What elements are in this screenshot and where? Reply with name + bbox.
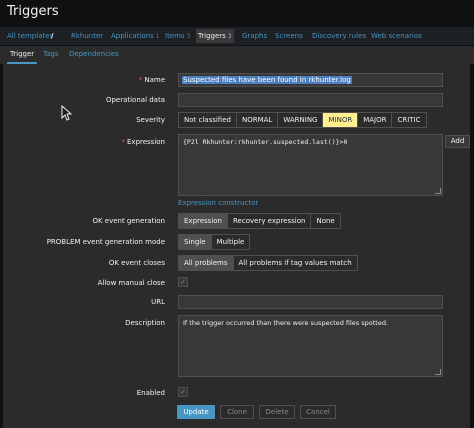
nav-discovery-rules[interactable]: Discovery rules: [310, 29, 368, 43]
mouse-cursor-icon: [61, 105, 72, 121]
name-label: * Name: [139, 76, 165, 84]
operational-data-label: Operational data: [105, 96, 165, 104]
add-expression-button[interactable]: Add: [445, 135, 470, 148]
nav-triggers[interactable]: Triggers 3: [196, 29, 234, 43]
problem-mode-single[interactable]: Single: [179, 235, 212, 249]
severity-warning[interactable]: WARNING: [278, 113, 324, 127]
severity-critical[interactable]: CRITIC: [392, 113, 426, 127]
nav-rkhunter[interactable]: Rkhunter: [69, 29, 105, 43]
checkmark-icon: ✓: [180, 388, 186, 396]
severity-label: Severity: [136, 116, 165, 124]
operational-data-input[interactable]: [178, 93, 443, 107]
url-label: URL: [151, 298, 165, 306]
expression-label: * Expression: [122, 138, 166, 146]
nav-label: Web scenarios: [371, 32, 422, 40]
nav-label: Triggers: [198, 32, 226, 40]
allow-manual-close-checkbox[interactable]: ✓: [178, 277, 188, 287]
breadcrumb-nav: All templates / Rkhunter Applications 1 I…: [0, 27, 474, 45]
title-bar: Triggers: [0, 0, 474, 26]
ok-closes-tag-match[interactable]: All problems if tag values match: [233, 256, 357, 270]
trigger-form: * Name Suspected files have been found in…: [3, 64, 470, 428]
enabled-checkbox[interactable]: ✓: [178, 387, 188, 397]
nav-all-templates[interactable]: All templates: [5, 29, 55, 43]
nav-count: 3: [186, 33, 191, 40]
nav-applications[interactable]: Applications 1: [109, 29, 162, 43]
enabled-label: Enabled: [136, 389, 165, 397]
description-value: If the trigger occurred than there were …: [183, 319, 389, 327]
severity-selector: Not classified NORMAL WARNING MINOR MAJO…: [178, 112, 427, 128]
name-input[interactable]: Suspected files have been found in rkhun…: [178, 73, 443, 87]
nav-web-scenarios[interactable]: Web scenarios: [369, 29, 424, 43]
nav-count: 1: [155, 33, 160, 40]
ok-gen-none[interactable]: None: [311, 214, 340, 228]
ok-event-generation-selector: Expression Recovery expression None: [178, 213, 341, 229]
expression-constructor-link[interactable]: Expression constructor: [178, 199, 258, 207]
ok-gen-expression[interactable]: Expression: [179, 214, 228, 228]
required-marker: *: [121, 138, 126, 146]
tab-dependencies[interactable]: Dependencies: [66, 46, 122, 64]
resize-grip-icon[interactable]: [435, 188, 441, 194]
expression-textarea[interactable]: {P2l Rkhunter:rkhunter.suspected.last()}…: [178, 134, 443, 196]
nav-label: Graphs: [242, 32, 268, 40]
update-button[interactable]: Update: [177, 405, 215, 419]
nav-label: Applications: [111, 32, 154, 40]
tab-tags[interactable]: Tags: [40, 46, 62, 64]
tab-bar: Trigger Tags Dependencies: [0, 46, 474, 64]
nav-separator: /: [51, 32, 54, 40]
delete-button[interactable]: Delete: [259, 405, 295, 419]
severity-minor[interactable]: MINOR: [323, 113, 359, 127]
description-textarea[interactable]: If the trigger occurred than there were …: [178, 315, 443, 377]
page-title: Triggers: [7, 4, 59, 19]
ok-gen-recovery-expression[interactable]: Recovery expression: [228, 214, 312, 228]
ok-closes-all-problems[interactable]: All problems: [179, 256, 234, 270]
url-input[interactable]: [178, 295, 443, 309]
expression-value: {P2l Rkhunter:rkhunter.suspected.last()}…: [183, 138, 348, 146]
nav-label: Items: [165, 32, 185, 40]
ok-event-closes-label: OK event closes: [108, 259, 165, 267]
problem-mode-multiple[interactable]: Multiple: [211, 235, 250, 249]
nav-label: Rkhunter: [71, 32, 104, 40]
severity-not-classified[interactable]: Not classified: [179, 113, 237, 127]
ok-event-generation-label: OK event generation: [92, 217, 165, 225]
problem-mode-selector: Single Multiple: [178, 234, 251, 250]
clone-button[interactable]: Clone: [220, 405, 254, 419]
name-input-value: Suspected files have been found in rkhun…: [182, 76, 352, 84]
severity-major[interactable]: MAJOR: [358, 113, 393, 127]
checkmark-icon: ✓: [180, 278, 186, 286]
required-marker: *: [138, 76, 143, 84]
nav-label: Discovery rules: [312, 32, 367, 40]
resize-grip-icon[interactable]: [435, 369, 441, 375]
nav-count: 3: [227, 33, 232, 40]
nav-label: Screens: [275, 32, 303, 40]
problem-mode-label: PROBLEM event generation mode: [46, 238, 165, 246]
expression-label-text: Expression: [127, 138, 165, 146]
cancel-button[interactable]: Cancel: [300, 405, 336, 419]
tab-trigger[interactable]: Trigger: [7, 46, 38, 64]
nav-items[interactable]: Items 3: [163, 29, 192, 43]
severity-normal[interactable]: NORMAL: [236, 113, 279, 127]
allow-manual-close-label: Allow manual close: [97, 279, 165, 287]
nav-graphs[interactable]: Graphs: [240, 29, 269, 43]
ok-event-closes-selector: All problems All problems if tag values …: [178, 255, 358, 271]
name-label-text: Name: [144, 76, 165, 84]
description-label: Description: [125, 319, 165, 327]
nav-screens[interactable]: Screens: [273, 29, 305, 43]
